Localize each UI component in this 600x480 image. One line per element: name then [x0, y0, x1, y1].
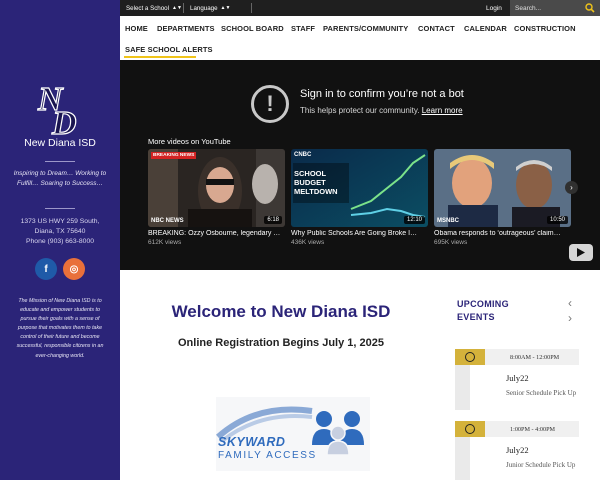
address-line: Diana, TX 75640 — [34, 228, 86, 235]
play-icon — [577, 248, 585, 257]
event-body: July22 Senior Schedule Pick Up — [455, 365, 579, 410]
cnbc-logo: CNBC — [294, 152, 312, 158]
instagram-icon[interactable]: ◎ — [63, 258, 85, 280]
video-duration: 12:10 — [403, 216, 425, 224]
school-select[interactable]: Select a School ▲▼ — [126, 0, 182, 16]
address: 1373 US HWY 259 South, Diana, TX 75640 P… — [0, 217, 120, 247]
clock-icon — [455, 421, 485, 437]
nav-construction[interactable]: CONSTRUCTION — [514, 24, 576, 33]
chevron-right-icon[interactable]: › — [565, 181, 578, 194]
event-name[interactable]: Junior Schedule Pick Up — [506, 461, 579, 470]
divider — [45, 161, 75, 162]
nbc-news-logo: NBC NEWS — [151, 218, 184, 224]
video-card[interactable]: MSNBC 10:50 Obama responds to ‘outrageou… — [434, 149, 571, 246]
language-select-label: Language — [190, 4, 218, 12]
search-box — [510, 0, 600, 16]
address-line: 1373 US HWY 259 South, — [20, 218, 100, 225]
event-date: July22 — [506, 445, 529, 455]
event-gutter — [455, 365, 470, 410]
facebook-icon[interactable]: f — [35, 258, 57, 280]
video-thumbnail[interactable]: SCHOOL BUDGET MELTDOWN CNBC 12:10 — [291, 149, 428, 227]
upcoming-events-title-line: UPCOMING — [457, 299, 509, 309]
nav-contact[interactable]: CONTACT — [418, 24, 455, 33]
more-videos-label: More videos on YouTube — [148, 137, 231, 146]
video-views: 612K views — [148, 239, 182, 246]
svg-text:D: D — [51, 105, 77, 136]
nav-calendar[interactable]: CALENDAR — [464, 24, 507, 33]
updown-icon: ▲▼ — [220, 5, 231, 11]
event-content: July22 Junior Schedule Pick Up — [470, 437, 579, 480]
nav-departments[interactable]: DEPARTMENTS — [157, 24, 215, 33]
event-card[interactable]: 1:00PM - 4:00PM July22 Junior Schedule P… — [455, 421, 579, 480]
language-select[interactable]: Language ▲▼ — [190, 0, 230, 16]
event-time: 1:00PM - 4:00PM — [485, 421, 579, 437]
learn-more-link[interactable]: Learn more — [422, 106, 463, 115]
divider — [251, 3, 252, 13]
school-name: New Diana ISD — [24, 137, 96, 149]
bot-check-title: Sign in to confirm you’re not a bot — [300, 88, 464, 100]
utility-bar: Select a School ▲▼ Language ▲▼ Login — [120, 0, 600, 16]
welcome-heading: Welcome to New Diana ISD — [171, 302, 391, 321]
nav-staff[interactable]: STAFF — [291, 24, 315, 33]
chevron-left-icon[interactable]: ‹ — [568, 296, 572, 310]
skyward-family-access-link[interactable]: SKYWARD FAMILY ACCESS — [216, 397, 370, 471]
video-title[interactable]: BREAKING: Ozzy Osbourne, legendary … — [148, 230, 285, 237]
login-link[interactable]: Login — [486, 0, 502, 16]
upcoming-events-title: UPCOMING EVENTS — [457, 298, 509, 324]
mission-statement: The Mission of New Diana ISD is to educa… — [16, 298, 104, 359]
school-logo[interactable]: N D — [36, 80, 84, 136]
nav-parents-community[interactable]: PARENTS/COMMUNITY — [323, 24, 408, 33]
search-icon[interactable] — [585, 3, 595, 13]
video-thumbnail[interactable]: BREAKING NEWS NBC NEWS 6:18 — [148, 149, 285, 227]
youtube-embed[interactable]: ! Sign in to confirm you’re not a bot Th… — [120, 60, 600, 270]
event-time-row: 8:00AM - 12:00PM — [455, 349, 579, 365]
clock-icon — [455, 349, 485, 365]
msnbc-logo: MSNBC — [437, 218, 459, 224]
event-content: July22 Senior Schedule Pick Up — [470, 365, 579, 410]
event-date: July22 — [506, 373, 529, 383]
event-time: 8:00AM - 12:00PM — [485, 349, 579, 365]
youtube-logo-icon[interactable] — [569, 244, 593, 261]
family-access-wordmark: FAMILY ACCESS — [218, 450, 317, 461]
nav-underline — [124, 56, 196, 58]
video-overlay-text: SCHOOL BUDGET MELTDOWN — [294, 169, 338, 196]
updown-icon: ▲▼ — [172, 5, 182, 11]
upcoming-events-title-line: EVENTS — [457, 312, 495, 322]
school-select-label: Select a School — [126, 4, 169, 12]
video-views: 436K views — [291, 239, 325, 246]
video-card[interactable]: SCHOOL BUDGET MELTDOWN CNBC 12:10 Why Pu… — [291, 149, 428, 246]
event-body: July22 Junior Schedule Pick Up — [455, 437, 579, 480]
event-gutter — [455, 437, 470, 480]
sidebar: N D New Diana ISD Inspiring to Dream… Wo… — [0, 0, 120, 480]
nav-home[interactable]: HOME — [125, 24, 148, 33]
nav-school-board[interactable]: SCHOOL BOARD — [221, 24, 284, 33]
registration-heading: Online Registration Begins July 1, 2025 — [177, 337, 384, 349]
event-card[interactable]: 8:00AM - 12:00PM July22 Senior Schedule … — [455, 349, 579, 410]
video-title[interactable]: Why Public Schools Are Going Broke I… — [291, 230, 428, 237]
alert-icon: ! — [251, 85, 289, 123]
search-input[interactable] — [515, 1, 579, 15]
event-name[interactable]: Senior Schedule Pick Up — [506, 389, 579, 398]
video-title[interactable]: Obama responds to ‘outrageous’ claim… — [434, 230, 571, 237]
video-duration: 6:18 — [264, 216, 282, 224]
event-time-row: 1:00PM - 4:00PM — [455, 421, 579, 437]
video-duration: 10:50 — [546, 216, 568, 224]
skyward-wordmark: SKYWARD — [218, 435, 286, 449]
divider — [183, 3, 184, 13]
phone: Phone (903) 663-8000 — [25, 238, 95, 245]
breaking-news-badge: BREAKING NEWS — [151, 152, 197, 159]
divider — [45, 208, 75, 209]
page: N D New Diana ISD Inspiring to Dream… Wo… — [0, 0, 600, 480]
chevron-right-icon[interactable]: › — [568, 311, 572, 325]
video-card[interactable]: BREAKING NEWS NBC NEWS 6:18 BREAKING: Oz… — [148, 149, 285, 246]
video-thumbnail[interactable]: MSNBC 10:50 — [434, 149, 571, 227]
main-nav: HOME DEPARTMENTS SCHOOL BOARD STAFF PARE… — [120, 16, 600, 60]
nav-safe-school-alerts[interactable]: SAFE SCHOOL ALERTS — [125, 45, 213, 54]
bot-check-text: This helps protect our community. — [300, 106, 420, 115]
bot-check-subtitle: This helps protect our community. Learn … — [300, 106, 463, 115]
video-views: 695K views — [434, 239, 468, 246]
tagline: Inspiring to Dream… Working to Fulfill… … — [13, 170, 107, 187]
